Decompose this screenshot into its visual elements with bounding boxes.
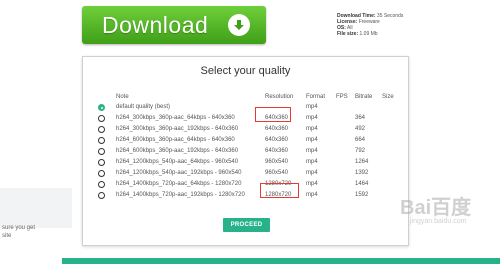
file-info: Download Time: 35 Seconds License: Freew… xyxy=(337,13,403,37)
quality-modal: Select your quality Note Resolution Form… xyxy=(82,56,409,246)
left-panel-text: sure you get site xyxy=(2,224,35,240)
row-note: h264_1400kbps_720p-aac_192kbps - 1280x72… xyxy=(116,192,245,198)
quality-row[interactable]: h264_300kbps_360p-aac_64kbps - 640x360 6… xyxy=(83,113,408,124)
radio-button[interactable] xyxy=(98,181,105,188)
radio-button[interactable] xyxy=(98,137,105,144)
row-note: h264_1400kbps_720p-aac_64kbps - 1280x720 xyxy=(116,181,242,187)
row-note: h264_600kbps_360p-aac_192kbps - 640x360 xyxy=(116,148,239,154)
file-size-value: 1.09 Mb xyxy=(359,31,378,37)
annotation-highlight-box xyxy=(255,107,291,122)
row-bitrate: 1464 xyxy=(355,181,369,187)
quality-row[interactable]: h264_600kbps_360p-aac_192kbps - 640x360 … xyxy=(83,146,408,157)
bottom-accent-bar xyxy=(62,258,500,264)
quality-row[interactable]: h264_1400kbps_720p-aac_64kbps - 1280x720… xyxy=(83,179,408,190)
row-bitrate: 792 xyxy=(355,148,366,154)
row-format: mp4 xyxy=(306,137,318,143)
row-format: mp4 xyxy=(306,115,318,121)
modal-title: Select your quality xyxy=(200,65,291,77)
row-bitrate: 492 xyxy=(355,126,366,132)
header-fps: FPS xyxy=(336,94,348,100)
row-bitrate: 1592 xyxy=(355,192,369,198)
row-resolution: 640x360 xyxy=(265,137,289,143)
quality-row[interactable]: h264_300kbps_360p-aac_192kbps - 640x360 … xyxy=(83,124,408,135)
radio-button[interactable] xyxy=(98,170,105,177)
quality-row[interactable]: default quality (best) mp4 xyxy=(83,102,408,113)
row-bitrate: 1264 xyxy=(355,159,369,165)
license-value: Freeware xyxy=(358,19,380,25)
radio-button[interactable] xyxy=(98,115,105,122)
radio-button[interactable] xyxy=(98,159,105,166)
row-note: h264_1200kbps_540p-aac_192kbps - 960x540 xyxy=(116,170,242,176)
row-note: h264_1200kbps_540p-aac_64kbps - 960x540 xyxy=(116,159,239,165)
row-bitrate: 1392 xyxy=(355,170,369,176)
row-note: h264_600kbps_360p-aac_64kbps - 640x360 xyxy=(116,137,235,143)
watermark-domain: jingyan.baidu.com xyxy=(410,218,467,225)
left-panel-line-2: site xyxy=(2,233,12,239)
header-bitrate: Bitrate xyxy=(355,94,373,100)
row-note: h264_300kbps_360p-aac_64kbps - 640x360 xyxy=(116,115,235,121)
left-panel-line-1: sure you get xyxy=(2,225,36,231)
row-format: mp4 xyxy=(306,159,318,165)
quality-row[interactable]: h264_600kbps_360p-aac_64kbps - 640x360 6… xyxy=(83,135,408,146)
file-size-label: File size: xyxy=(337,31,359,37)
row-note: default quality (best) xyxy=(116,104,171,110)
quality-row[interactable]: h264_1200kbps_540p-aac_192kbps - 960x540… xyxy=(83,168,408,179)
row-bitrate: 664 xyxy=(355,137,366,143)
annotation-highlight-box xyxy=(260,183,299,198)
download-arrow-icon xyxy=(228,14,250,36)
header-note: Note xyxy=(116,94,129,100)
row-resolution: 960x540 xyxy=(265,170,289,176)
row-format: mp4 xyxy=(306,192,318,198)
row-resolution: 640x360 xyxy=(265,126,289,132)
radio-button[interactable] xyxy=(98,126,105,133)
baidu-watermark-logo: Bai百度 jingyan.baidu.com xyxy=(400,191,472,225)
row-format: mp4 xyxy=(306,181,318,187)
radio-button-selected[interactable] xyxy=(98,104,105,111)
row-format: mp4 xyxy=(306,170,318,176)
row-format: mp4 xyxy=(306,148,318,154)
watermark-brand: Bai百度 xyxy=(400,197,472,219)
download-button-label: Download xyxy=(102,11,209,38)
header-resolution: Resolution xyxy=(265,94,294,100)
download-time-value: 35 Seconds xyxy=(376,13,404,19)
row-resolution: 960x540 xyxy=(265,159,289,165)
row-bitrate: 364 xyxy=(355,115,366,121)
radio-button[interactable] xyxy=(98,192,105,199)
download-button[interactable]: Download xyxy=(82,6,266,44)
header-format: Format xyxy=(306,94,326,100)
row-note: h264_300kbps_360p-aac_192kbps - 640x360 xyxy=(116,126,239,132)
quality-row[interactable]: h264_1400kbps_720p-aac_192kbps - 1280x72… xyxy=(83,190,408,201)
row-format: mp4 xyxy=(306,104,318,110)
radio-button[interactable] xyxy=(98,148,105,155)
quality-row[interactable]: h264_1200kbps_540p-aac_64kbps - 960x540 … xyxy=(83,157,408,168)
header-size: Size xyxy=(382,94,394,100)
row-format: mp4 xyxy=(306,126,318,132)
proceed-button[interactable]: PROCEED xyxy=(223,218,270,232)
left-side-panel: sure you get site xyxy=(0,188,72,239)
row-resolution: 640x360 xyxy=(265,148,289,154)
